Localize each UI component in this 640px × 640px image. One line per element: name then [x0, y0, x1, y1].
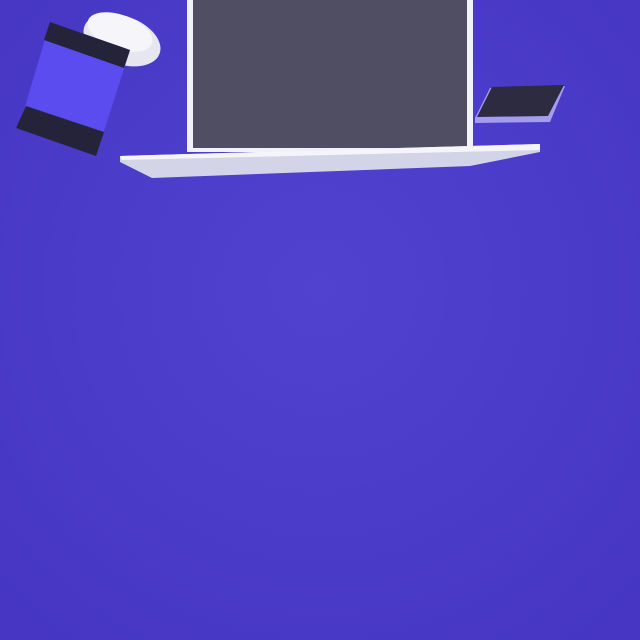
illustration-scene	[0, 0, 640, 640]
laptop-screen	[193, 0, 467, 148]
